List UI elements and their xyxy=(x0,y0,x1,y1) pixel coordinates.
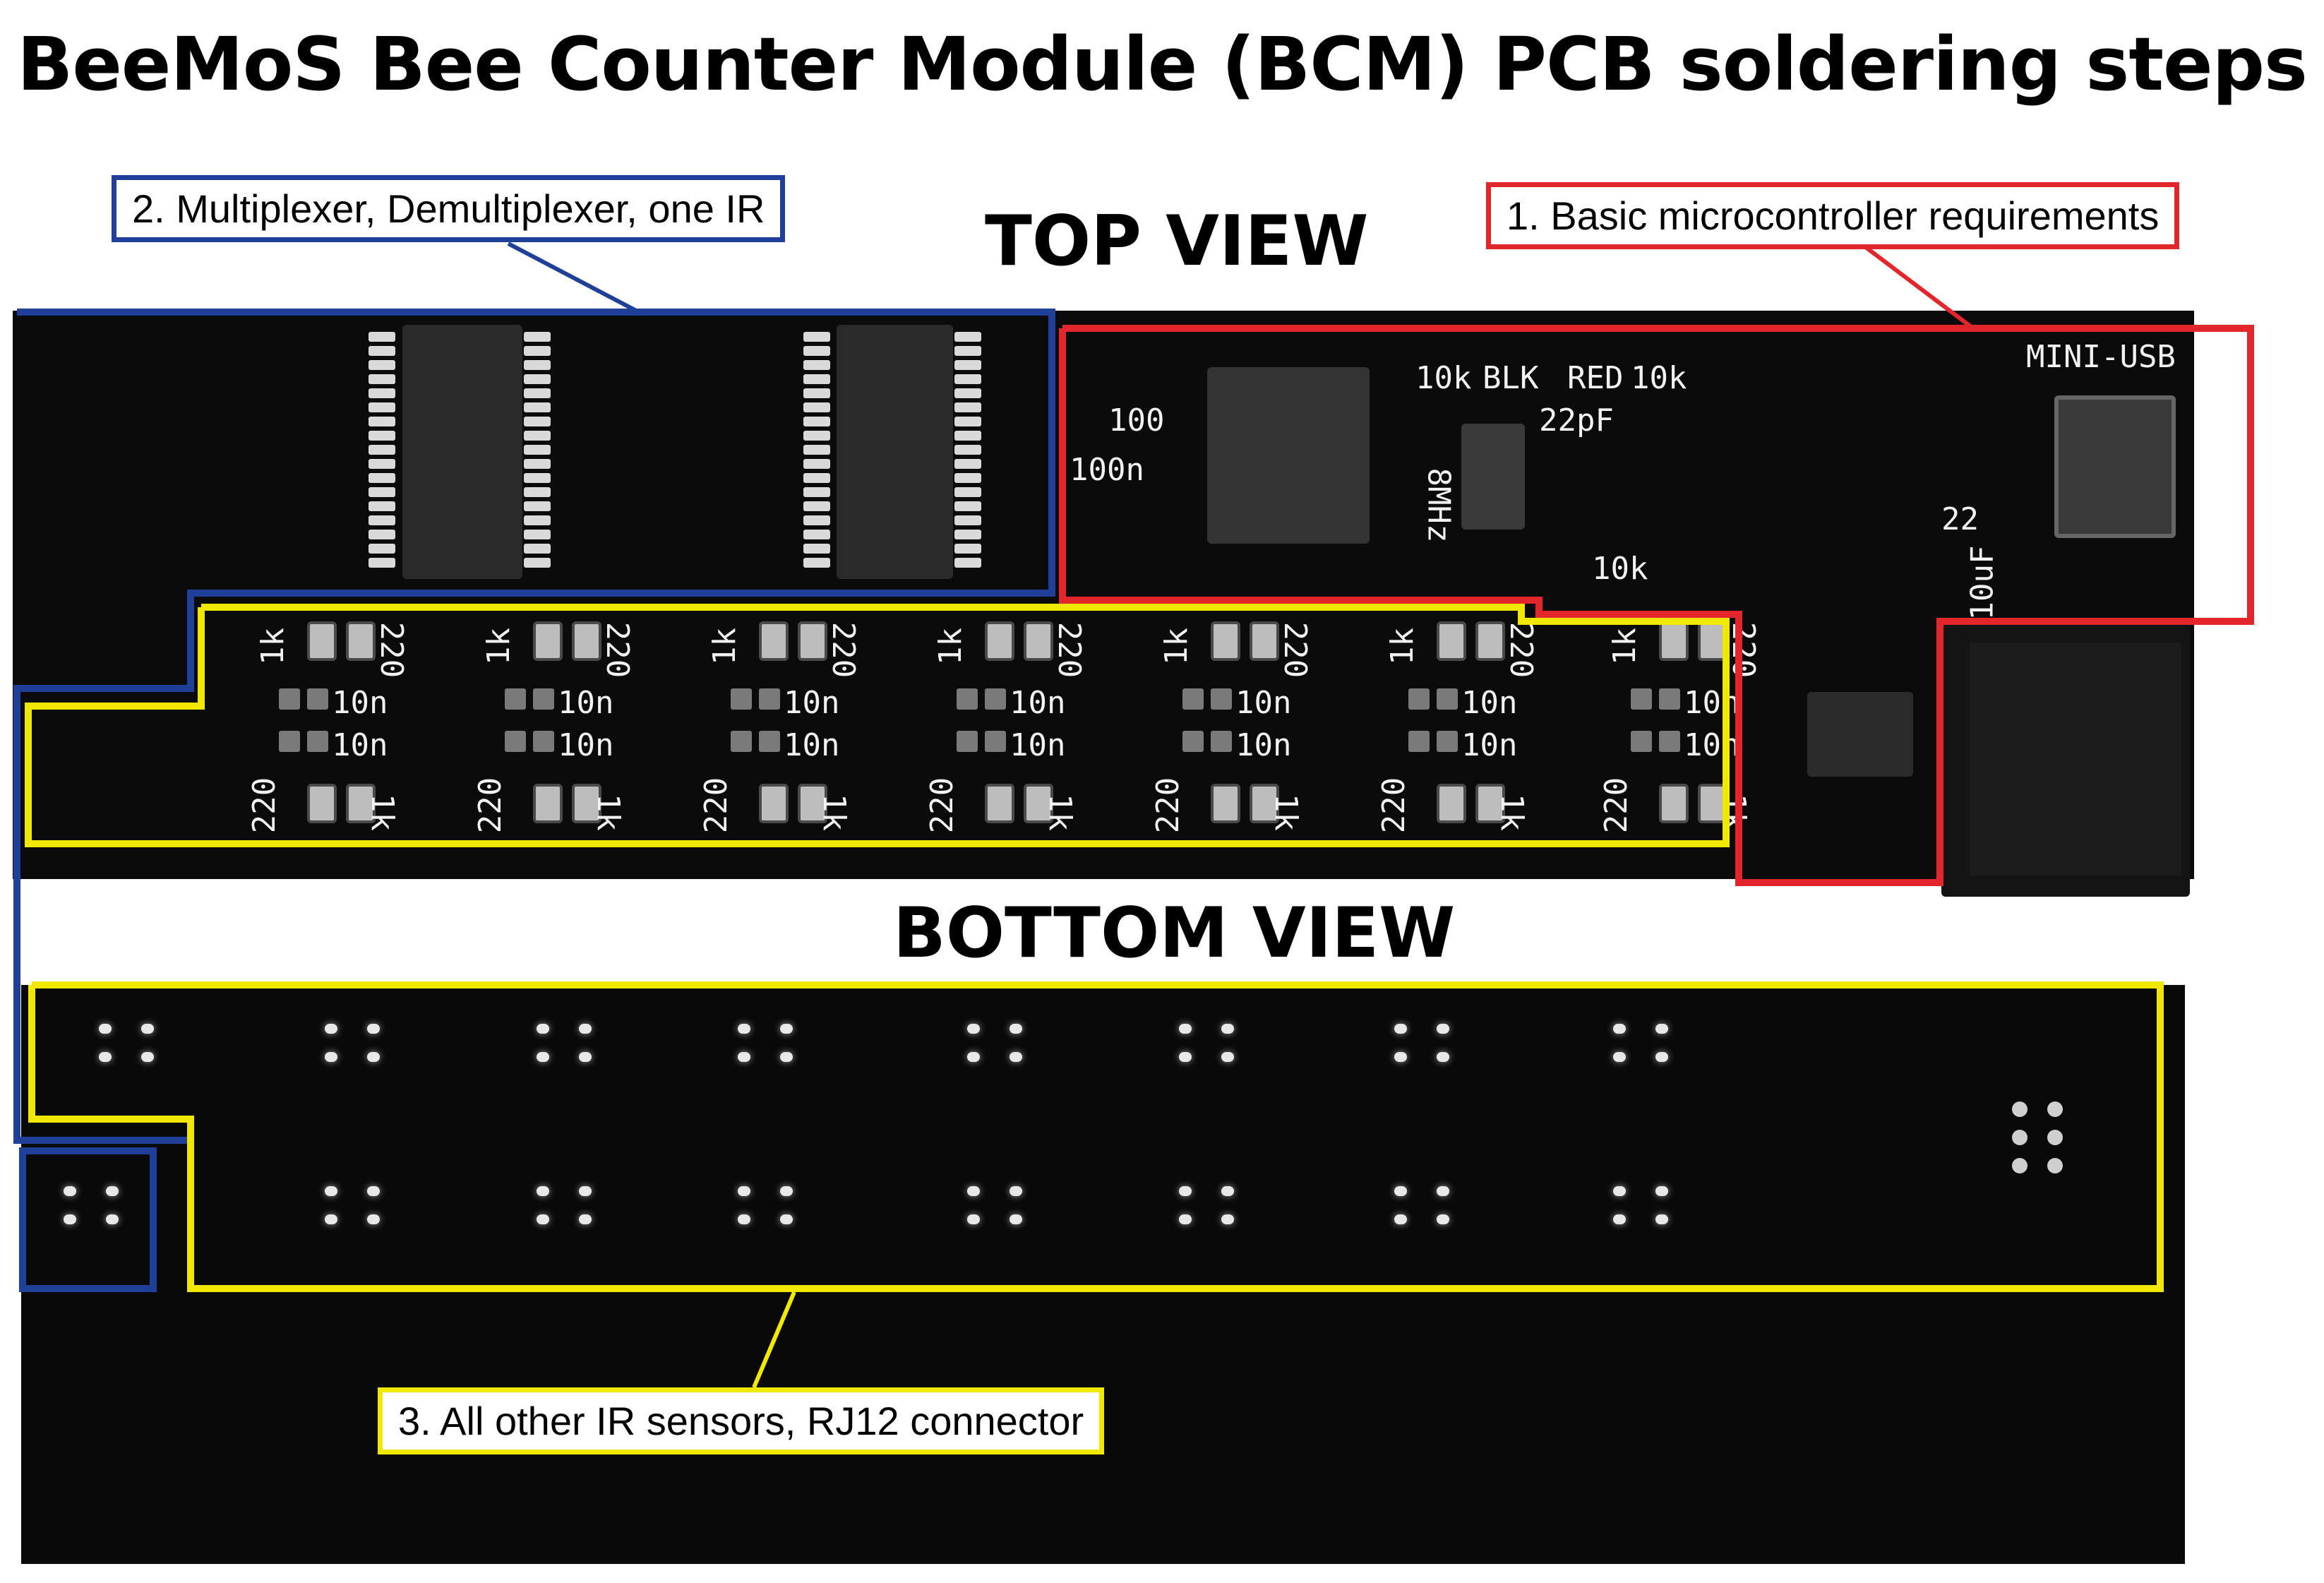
step-2-ir-box xyxy=(19,1147,157,1292)
step-2-callout: 2. Multiplexer, Demultiplexer, one IR xyxy=(112,175,786,242)
top-view-label: TOP VIEW xyxy=(985,201,1369,282)
step-1-callout: 1. Basic microcontroller requirements xyxy=(1486,182,2180,249)
step-2-outline xyxy=(13,309,1055,1152)
step-3-leader xyxy=(752,1291,796,1389)
step-3-callout: 3. All other IR sensors, RJ12 connector xyxy=(378,1387,1105,1454)
step-1-leader xyxy=(1862,244,1975,330)
step-3-bottom-outline xyxy=(28,981,2164,1292)
step-3-outline xyxy=(25,604,1730,847)
bottom-view-label: BOTTOM VIEW xyxy=(893,893,1456,974)
step-2-leader xyxy=(507,241,640,314)
